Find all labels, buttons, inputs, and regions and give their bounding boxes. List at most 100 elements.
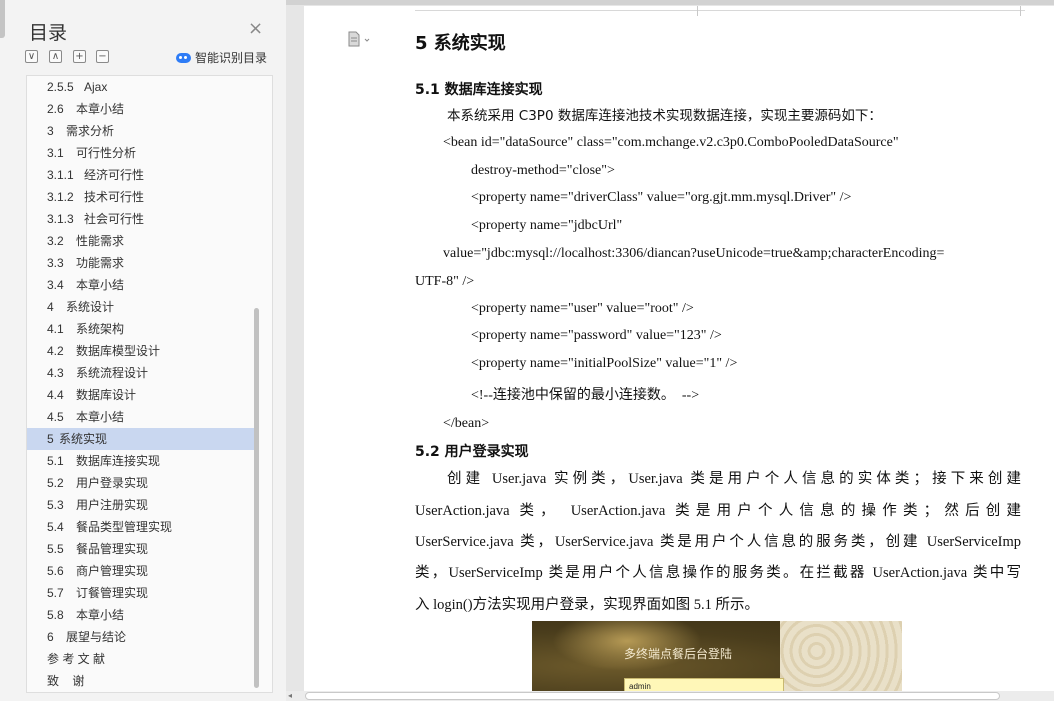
outline-item-number: 5.5: [47, 542, 64, 556]
outline-item-number: 5.2: [47, 476, 64, 490]
document-menu-icon[interactable]: [348, 31, 370, 47]
outline-item[interactable]: 5.6 商户管理实现: [27, 560, 255, 582]
outline-item[interactable]: 2.5.5 Ajax: [27, 76, 255, 98]
paragraph-line: 入 login()方法实现用户登录，实现界面如图 5.1 所示。: [415, 597, 759, 613]
outline-item-number: 6: [47, 630, 54, 644]
outline-item-label: 数据库模型设计: [76, 344, 161, 358]
code-line: <!--连接池中保留的最小连接数。 -->: [471, 388, 700, 403]
login-screenshot-figure: 多终端点餐后台登陆 admin: [532, 621, 902, 696]
pane-scroll-indicator: [0, 0, 5, 38]
outline-item-label: 功能需求: [76, 256, 125, 270]
outline-item[interactable]: 3.4 本章小结: [27, 274, 255, 296]
code-line: </bean>: [443, 416, 490, 431]
document-page[interactable]: 5 系统实现 5.1 数据库连接实现 本系统采用 C3P0 数据库连接池技术实现…: [304, 6, 1054, 696]
section-intro: 本系统采用 C3P0 数据库连接池技术实现数据连接，实现主要源码如下：: [447, 108, 882, 124]
outline-item-label: 社会可行性: [84, 212, 145, 226]
collapse-all-button[interactable]: ∨: [25, 50, 38, 63]
outline-item-number: 2.6: [47, 102, 64, 116]
outline-item[interactable]: 5.1 数据库连接实现: [27, 450, 255, 472]
outline-item-number: 3.2: [47, 234, 64, 248]
outline-item-label: 致 谢: [47, 674, 85, 688]
outline-item[interactable]: 4.2 数据库模型设计: [27, 340, 255, 362]
add-heading-button[interactable]: +: [73, 50, 86, 63]
outline-item[interactable]: 3.1 可行性分析: [27, 142, 255, 164]
remove-heading-button[interactable]: −: [96, 50, 109, 63]
outline-title: 目录: [29, 22, 68, 44]
smart-toc-button[interactable]: 智能识别目录: [176, 49, 267, 66]
outline-item-number: 3.1.3: [47, 212, 74, 226]
outline-item-label: 本章小结: [76, 608, 125, 622]
outline-item[interactable]: 3.1.1 经济可行性: [27, 164, 255, 186]
outline-item-label: 需求分析: [66, 124, 115, 138]
code-line: <property name="password" value="123" />: [471, 328, 722, 343]
outline-item[interactable]: 2.6 本章小结: [27, 98, 255, 120]
outline-item[interactable]: 5.7 订餐管理实现: [27, 582, 255, 604]
page-margin-line: [415, 10, 1025, 11]
outline-item-number: 5.1: [47, 454, 64, 468]
outline-item[interactable]: 5.2 用户登录实现: [27, 472, 255, 494]
outline-pane: 目录 × ∨ ∧ + − 智能识别目录 2.5.5 Ajax 2.6 本章小结 3 需求分…: [0, 0, 286, 701]
outline-item-number: 3.1.1: [47, 168, 74, 182]
horizontal-scrollbar[interactable]: ◂: [286, 691, 1054, 701]
outline-item-label: 本章小结: [76, 102, 125, 116]
outline-item-number: 5.3: [47, 498, 64, 512]
outline-item-number: 4: [47, 300, 54, 314]
outline-item-number: 4.2: [47, 344, 64, 358]
outline-item-label: 用户注册实现: [76, 498, 149, 512]
outline-item-label: 商户管理实现: [76, 564, 149, 578]
code-line: UTF-8" />: [415, 274, 475, 289]
outline-item-number: 5.4: [47, 520, 64, 534]
section-heading-5-2: 5.2 用户登录实现: [415, 444, 529, 460]
outline-item-label: 数据库设计: [76, 388, 137, 402]
outline-item-number: 5.8: [47, 608, 64, 622]
outline-item[interactable]: 4 系统设计: [27, 296, 255, 318]
outline-item-number: 5.7: [47, 586, 64, 600]
outline-item[interactable]: 5.8 本章小结: [27, 604, 255, 626]
expand-all-button[interactable]: ∧: [49, 50, 62, 63]
outline-item[interactable]: 3.3 功能需求: [27, 252, 255, 274]
margin-corner-mark: [1020, 6, 1021, 16]
outline-item-number: 3.3: [47, 256, 64, 270]
outline-item[interactable]: 5.5 餐品管理实现: [27, 538, 255, 560]
outline-item[interactable]: 5.3 用户注册实现: [27, 494, 255, 516]
smart-toc-label: 智能识别目录: [195, 51, 268, 65]
outline-item-number: 3.4: [47, 278, 64, 292]
outline-item-label: 经济可行性: [84, 168, 145, 182]
outline-item[interactable]: 4.3 系统流程设计: [27, 362, 255, 384]
outline-item[interactable]: 4.5 本章小结: [27, 406, 255, 428]
close-icon[interactable]: ×: [248, 18, 263, 40]
outline-item-label: 系统设计: [66, 300, 115, 314]
outline-item-label: 用户登录实现: [76, 476, 149, 490]
outline-item-number: 3.1.2: [47, 190, 74, 204]
outline-item[interactable]: 5 系统实现: [27, 428, 255, 450]
outline-item[interactable]: 5.4 餐品类型管理实现: [27, 516, 255, 538]
outline-item[interactable]: 4.4 数据库设计: [27, 384, 255, 406]
code-line: destroy-method="close">: [471, 163, 615, 178]
paragraph-line: 创建 User.java 实例类，User.java 类是用户个人信息的实体类；…: [447, 471, 1021, 487]
outline-item[interactable]: 3 需求分析: [27, 120, 255, 142]
outline-item-label: 可行性分析: [76, 146, 137, 160]
figure-wallpaper: [780, 621, 902, 696]
paragraph-line: 类，UserServiceImp 类是用户个人信息操作的服务类。在拦截器 Use…: [415, 565, 1021, 581]
code-line: value="jdbc:mysql://localhost:3306/dianc…: [443, 246, 945, 261]
outline-item[interactable]: 4.1 系统架构: [27, 318, 255, 340]
section-heading-5-1: 5.1 数据库连接实现: [415, 82, 543, 98]
figure-login-title: 多终端点餐后台登陆: [624, 647, 733, 661]
outline-item-number: 5: [47, 432, 54, 446]
top-ruler: [286, 0, 1054, 5]
outline-item[interactable]: 3.1.3 社会可行性: [27, 208, 255, 230]
outline-item[interactable]: 3.2 性能需求: [27, 230, 255, 252]
outline-item[interactable]: 3.1.2 技术可行性: [27, 186, 255, 208]
outline-scrollbar[interactable]: [254, 308, 259, 688]
code-line: <property name="user" value="root" />: [471, 301, 694, 316]
code-line: <bean id="dataSource" class="com.mchange…: [443, 135, 899, 150]
outline-item[interactable]: 6 展望与结论: [27, 626, 255, 648]
outline-item-label: 系统流程设计: [76, 366, 149, 380]
horizontal-scroll-thumb[interactable]: [305, 692, 1000, 700]
code-line: <property name="driverClass" value="org.…: [471, 190, 852, 205]
outline-item[interactable]: 致 谢: [27, 670, 255, 692]
outline-item-label: 数据库连接实现: [76, 454, 161, 468]
chapter-heading: 5 系统实现: [415, 33, 506, 54]
scroll-left-arrow-icon[interactable]: ◂: [288, 691, 292, 701]
outline-item[interactable]: 参 考 文 献: [27, 648, 255, 670]
